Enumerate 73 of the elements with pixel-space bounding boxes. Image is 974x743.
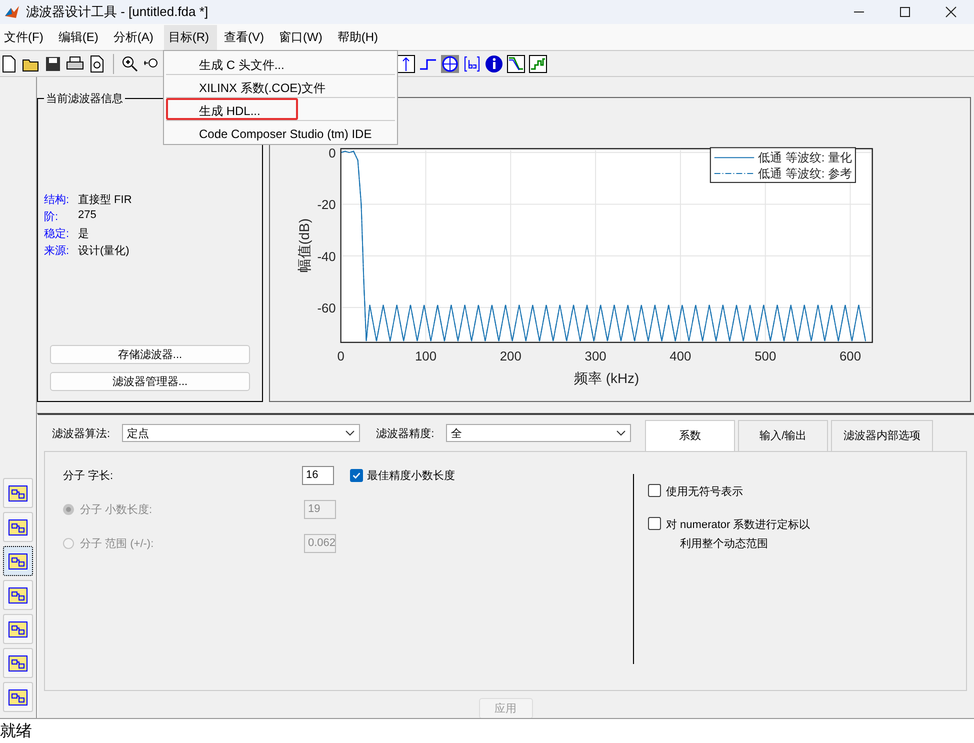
panel-button[interactable]: 滤波器管理器... (50, 372, 250, 391)
tick-label: -20 (317, 197, 336, 212)
printer-icon[interactable] (66, 54, 84, 72)
checkbox[interactable] (350, 468, 363, 482)
checkbox-label: 使用无符号表示 (666, 485, 743, 499)
info-label: 结构: (44, 193, 70, 207)
pole-zero-icon[interactable] (441, 54, 459, 72)
menu-item[interactable]: 目标(R) (164, 24, 217, 50)
checkbox[interactable] (648, 484, 661, 497)
info-value: 是 (78, 227, 89, 241)
tick-label: 500 (754, 348, 776, 364)
legend-label: 低通 等波纹: 量化 (758, 150, 852, 165)
tick-label: -40 (317, 248, 336, 264)
window-title: 滤波器设计工具 - [untitled.fda *] (26, 3, 208, 21)
menu-item[interactable]: 编辑(E) (54, 24, 106, 50)
magnitude-icon[interactable] (507, 54, 525, 72)
field-label: 滤波器算法: (52, 426, 110, 440)
menu-item[interactable]: 文件(F) (0, 24, 52, 50)
new-file-icon[interactable] (0, 54, 18, 72)
info-icon[interactable] (485, 54, 503, 72)
legend-line (714, 173, 755, 174)
menu-item[interactable]: 查看(V) (220, 24, 272, 50)
tab[interactable]: 滤波器内部选项 (831, 420, 934, 451)
menu-entry[interactable]: Code Composer Studio (tm) IDE (166, 121, 395, 143)
checkbox-label: 利用整个动态范围 (680, 536, 769, 551)
panel-title: 当前滤波器信息 (45, 92, 124, 106)
tick-label: 100 (414, 348, 437, 364)
impulse-icon[interactable] (397, 54, 415, 72)
status-text: 就绪 (0, 722, 32, 742)
zoom-in-icon[interactable] (121, 54, 139, 72)
chevron-icon (345, 430, 356, 436)
radio-label: 分子 范围 (+/-): (80, 536, 155, 550)
menu-entry[interactable]: 生成 HDL... (166, 98, 298, 120)
tick-label: 0 (328, 146, 336, 160)
app-icon (4, 4, 20, 20)
tick-label: 300 (584, 348, 606, 364)
axis-label: 频率 (kHz) (574, 370, 640, 386)
checkbox-label: 最佳精度小数长度 (367, 468, 455, 482)
chevron-icon (616, 430, 626, 436)
menu-item[interactable]: 帮助(H) (333, 24, 386, 50)
tick-label: -60 (317, 300, 336, 316)
menu-item[interactable]: 分析(A) (109, 24, 162, 50)
info-value: 275 (78, 209, 96, 223)
tick-label: 600 (839, 348, 862, 364)
field-label: 分子 字长: (63, 468, 114, 482)
checkbox[interactable] (648, 517, 661, 530)
menu-entry[interactable]: 生成 C 头文件... (166, 52, 395, 74)
menu-item[interactable]: 窗口(W) (275, 24, 330, 50)
legend-label: 低通 等波纹: 参考 (758, 166, 852, 180)
axis-label: 幅值(dB) (296, 218, 312, 273)
radio-label: 分子 小数长度: (80, 502, 154, 516)
tick-label: 0 (337, 348, 344, 364)
staircase-icon[interactable] (529, 54, 547, 72)
panel-button[interactable]: 存储滤波器... (50, 345, 250, 364)
info-label: 来源: (44, 244, 70, 258)
print-preview-icon[interactable] (88, 54, 106, 72)
tick-label: 200 (500, 348, 522, 364)
info-value: 设计(量化) (78, 244, 130, 258)
brackets-icon[interactable] (463, 54, 481, 72)
info-label: 稳定: (44, 226, 70, 241)
info-value: 直接型 FIR (78, 192, 132, 207)
menu-entry[interactable]: XILINX 系数(.COE)文件 (166, 75, 395, 97)
tab[interactable]: 系数 (645, 420, 736, 451)
legend-line (714, 157, 755, 158)
precision-dropdown[interactable]: 全 (446, 424, 632, 442)
field-label: 滤波器精度: (376, 426, 434, 440)
tab[interactable]: 输入/输出 (738, 420, 828, 451)
algorithm-dropdown[interactable]: 定点 (122, 424, 360, 442)
checkbox-label: 对 numerator 系数进行定标以 (666, 518, 810, 532)
tick-label: 400 (670, 348, 692, 364)
save-icon[interactable] (44, 54, 62, 72)
info-label: 阶: (44, 210, 60, 224)
word-length-field[interactable]: 16 (302, 466, 334, 484)
